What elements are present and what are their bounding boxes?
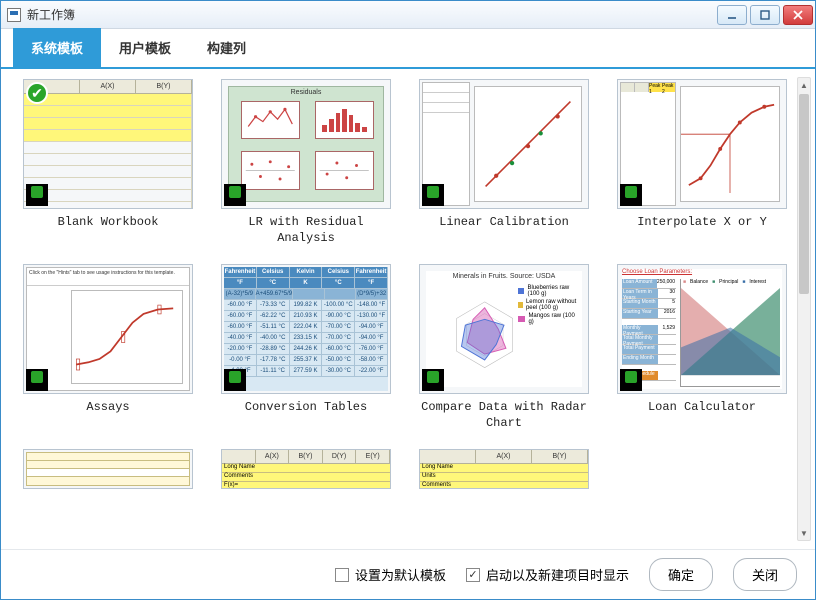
checkbox-label: 启动以及新建项目时显示	[486, 565, 629, 584]
app-icon	[7, 8, 21, 22]
cancel-button[interactable]: 关闭	[733, 558, 797, 591]
template-badge-icon	[422, 184, 444, 206]
ok-button[interactable]: 确定	[649, 558, 713, 591]
template-label: LR with Residual Analysis	[216, 215, 396, 246]
template-linear-calibration[interactable]: Linear Calibration	[413, 79, 595, 246]
window-title: 新工作簿	[27, 6, 75, 23]
scroll-up-button[interactable]: ▲	[798, 78, 810, 92]
template-blank-workbook[interactable]: A(X)B(Y) ✔ Blank Workbook	[17, 79, 199, 246]
dialog-window: 新工作簿 系统模板 用户模板 构建列 A(X)B(Y)	[0, 0, 816, 600]
checkbox-label: 设置为默认模板	[355, 565, 446, 584]
maximize-button[interactable]	[750, 5, 780, 25]
template-label: Compare Data with Radar Chart	[414, 400, 594, 431]
template-badge-icon	[620, 369, 642, 391]
template-badge-icon	[224, 369, 246, 391]
template-interpolate[interactable]: Peak 1Peak 2 Interpolate X or	[611, 79, 793, 246]
template-label: Conversion Tables	[245, 400, 367, 416]
template-radar-chart[interactable]: Minerals in Fruits. Source: USDA	[413, 264, 595, 431]
template-partial-2[interactable]: A(X)B(Y)D(Y)E(Y) Long Name Comments F(x)…	[215, 449, 397, 489]
template-label: Assays	[86, 400, 129, 416]
tab-system-templates[interactable]: 系统模板	[13, 28, 101, 67]
template-label: Linear Calibration	[439, 215, 569, 231]
vertical-scrollbar[interactable]: ▲ ▼	[797, 77, 811, 541]
col-header: A(X)	[80, 80, 136, 93]
template-label: Blank Workbook	[58, 215, 159, 231]
template-badge-icon	[26, 184, 48, 206]
chart-title: Residuals	[229, 89, 383, 96]
col-header: B(Y)	[136, 80, 192, 93]
tab-build-columns[interactable]: 构建列	[189, 28, 264, 67]
tab-bar: 系统模板 用户模板 构建列	[1, 29, 815, 69]
template-gallery: A(X)B(Y) ✔ Blank Workbook Residu	[1, 69, 815, 549]
template-lr-residual[interactable]: Residuals	[215, 79, 397, 246]
template-partial-1[interactable]	[17, 449, 199, 489]
template-conversion-tables[interactable]: FahrenheitCelsiusKelvinCelsiusFahrenheit…	[215, 264, 397, 431]
show-on-start-checkbox[interactable]: ✓ 启动以及新建项目时显示	[466, 565, 629, 584]
chart-legend: Blueberries raw (100 g) Lemon raw withou…	[518, 285, 578, 327]
scrollbar-thumb[interactable]	[799, 94, 809, 294]
template-label: Loan Calculator	[648, 400, 756, 416]
section-title: Choose Loan Parameters:	[622, 269, 782, 275]
template-partial-3[interactable]: A(X)B(Y) Long Name Units Comments	[413, 449, 595, 489]
close-button[interactable]	[783, 5, 813, 25]
minimize-button[interactable]	[717, 5, 747, 25]
template-assays[interactable]: Click on the "Hints" tab to see usage in…	[17, 264, 199, 431]
template-badge-icon	[422, 369, 444, 391]
template-badge-icon	[620, 184, 642, 206]
template-loan-calculator[interactable]: Choose Loan Parameters: Loan Amount250,0…	[611, 264, 793, 431]
titlebar[interactable]: 新工作簿	[1, 1, 815, 29]
scroll-down-button[interactable]: ▼	[798, 526, 810, 540]
dialog-footer: 设置为默认模板 ✓ 启动以及新建项目时显示 确定 关闭	[1, 549, 815, 599]
check-icon: ✔	[26, 82, 48, 104]
checkbox-icon: ✓	[466, 568, 480, 582]
template-badge-icon	[26, 369, 48, 391]
template-label: Interpolate X or Y	[637, 215, 767, 231]
set-default-checkbox[interactable]: 设置为默认模板	[335, 565, 446, 584]
tab-user-templates[interactable]: 用户模板	[101, 28, 189, 67]
checkbox-icon	[335, 568, 349, 582]
template-badge-icon	[224, 184, 246, 206]
